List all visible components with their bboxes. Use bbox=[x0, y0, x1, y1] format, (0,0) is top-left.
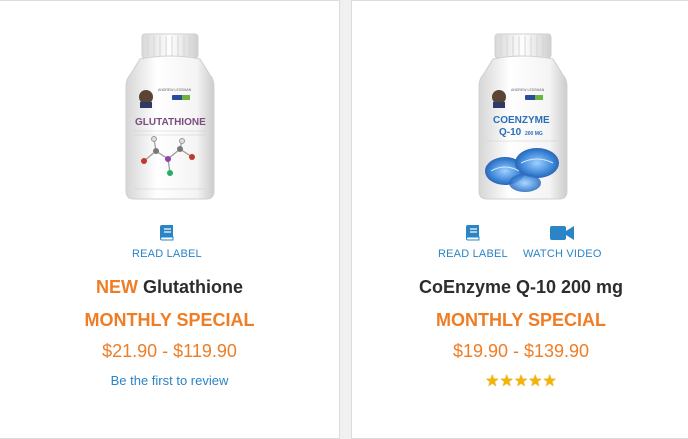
svg-text:ANDREW LESSMAN: ANDREW LESSMAN bbox=[158, 88, 192, 92]
price-range: $21.90 - $119.90 bbox=[102, 341, 237, 361]
svg-text:Q-10: Q-10 bbox=[499, 127, 522, 138]
book-icon bbox=[157, 223, 177, 243]
bottle-image: ANDREW LESSMAN GLUTATHIONE bbox=[125, 33, 215, 200]
book-icon bbox=[463, 223, 483, 243]
product-name-text: Glutathione bbox=[143, 277, 243, 297]
product-card-coq10: ANDREW LESSMAN COENZYME Q-10 200 MG READ… bbox=[351, 0, 688, 439]
monthly-special-label: MONTHLY SPECIAL bbox=[84, 310, 255, 330]
card-links: READ LABEL WATCH VIDEO bbox=[352, 223, 688, 263]
bottle-image: ANDREW LESSMAN COENZYME Q-10 200 MG bbox=[478, 33, 568, 200]
read-label-text: READ LABEL bbox=[132, 248, 202, 260]
svg-text:200 MG: 200 MG bbox=[525, 131, 543, 137]
product-card-glutathione: ANDREW LESSMAN GLUTATHIONE READ LABEL NE… bbox=[0, 0, 340, 439]
svg-text:ANDREW LESSMAN: ANDREW LESSMAN bbox=[511, 88, 545, 92]
read-label-text: READ LABEL bbox=[438, 248, 508, 260]
svg-text:COENZYME: COENZYME bbox=[493, 115, 550, 126]
product-image-coq10[interactable]: ANDREW LESSMAN COENZYME Q-10 200 MG bbox=[463, 31, 583, 201]
price-range: $19.90 - $139.90 bbox=[452, 341, 590, 361]
svg-text:GLUTATHIONE: GLUTATHIONE bbox=[135, 117, 206, 128]
product-image-glutathione[interactable]: ANDREW LESSMAN GLUTATHIONE bbox=[110, 31, 230, 201]
card-links: READ LABEL bbox=[0, 223, 339, 263]
read-label-link[interactable]: READ LABEL bbox=[438, 223, 508, 260]
video-camera-icon bbox=[549, 223, 575, 243]
star-rating[interactable]: ★★★★★ bbox=[352, 371, 688, 391]
first-review-link[interactable]: Be the first to review bbox=[0, 373, 339, 388]
product-grid: ANDREW LESSMAN GLUTATHIONE READ LABEL NE… bbox=[0, 0, 688, 439]
read-label-link[interactable]: READ LABEL bbox=[132, 223, 202, 260]
product-name[interactable]: CoEnzyme Q-10 200 mg bbox=[352, 277, 688, 298]
watch-video-text: WATCH VIDEO bbox=[523, 248, 602, 260]
monthly-special-label: MONTHLY SPECIAL bbox=[435, 310, 607, 330]
watch-video-link[interactable]: WATCH VIDEO bbox=[523, 223, 602, 260]
new-badge: NEW bbox=[95, 277, 138, 297]
product-name[interactable]: NEW Glutathione bbox=[0, 277, 339, 298]
